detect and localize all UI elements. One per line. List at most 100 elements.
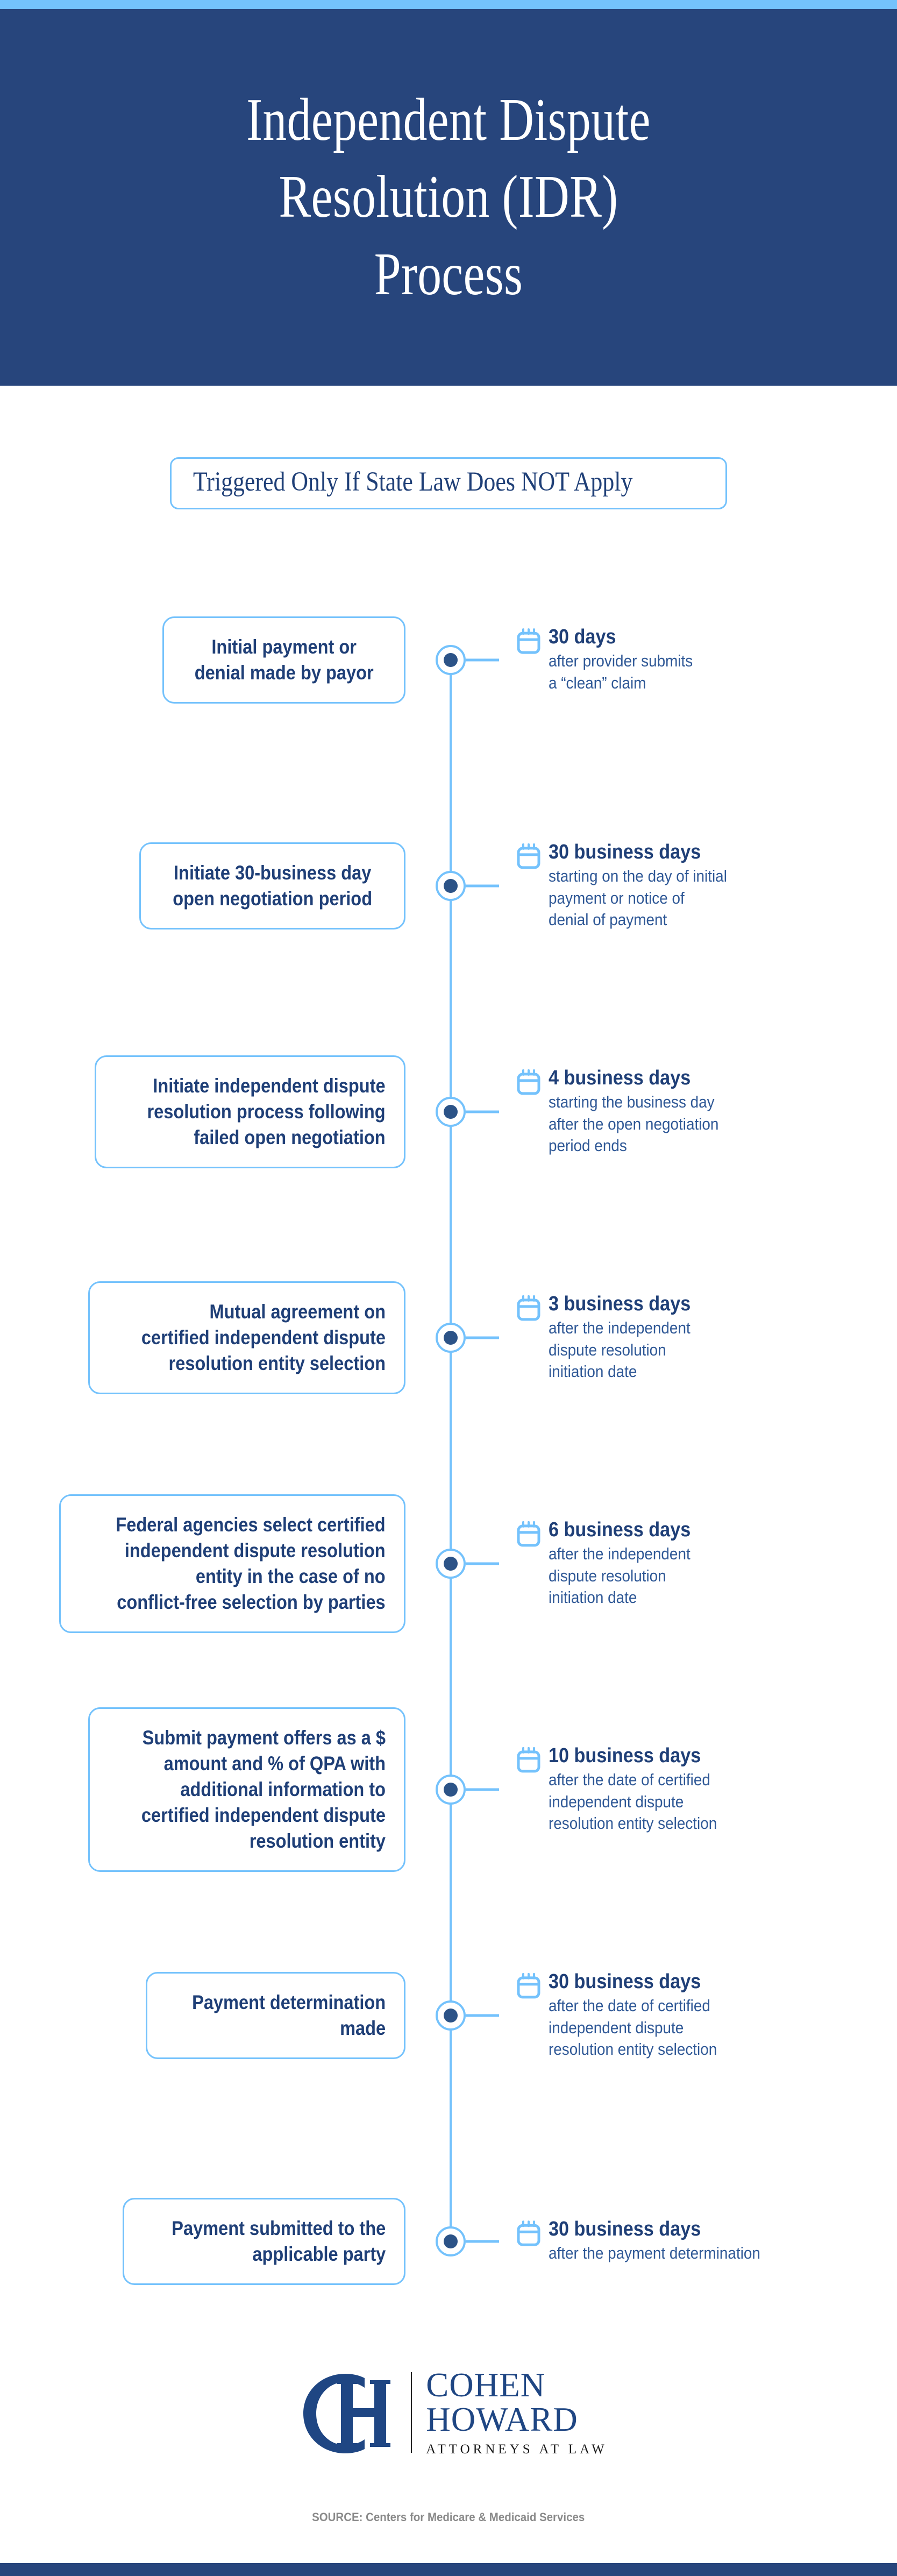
timeline-marker[interactable] xyxy=(436,1549,466,1579)
step-box-column: Federal agencies select certified indepe… xyxy=(0,1494,428,1634)
duration-label: 10 business days xyxy=(549,1744,701,1767)
duration-text-group: 30 days after provider submits a “clean” … xyxy=(549,626,709,694)
step-box[interactable]: Mutual agreement on certified independen… xyxy=(88,1281,405,1395)
trigger-banner-text: Triggered Only If State Law Does NOT App… xyxy=(193,467,633,497)
timeline-marker-dot xyxy=(444,1557,458,1571)
timeline-connector xyxy=(466,1336,499,1339)
duration-label: 4 business days xyxy=(549,1066,691,1089)
step-box-column: Initial payment or denial made by payor xyxy=(0,616,428,704)
timeline-connector xyxy=(466,884,499,888)
timeline-connector xyxy=(466,1562,499,1565)
step-box[interactable]: Initial payment or denial made by payor xyxy=(162,616,405,704)
timeline-connector xyxy=(466,1110,499,1113)
step-box[interactable]: Initiate 30-business day open negotiatio… xyxy=(139,842,405,930)
calendar-icon xyxy=(516,1747,541,1776)
duration-detail: after the date of certified independent … xyxy=(549,1770,717,1833)
duration-text-group: 6 business days after the independent dis… xyxy=(549,1519,707,1608)
step-label: Mutual agreement on certified independen… xyxy=(141,1300,386,1375)
timeline-row: Payment determination made 30 business da… xyxy=(0,1903,897,2128)
duration-label: 30 business days xyxy=(549,2218,701,2241)
duration-column: 30 days after provider submits a “clean” … xyxy=(516,626,860,694)
duration-column: 30 business days starting on the day of i… xyxy=(516,841,860,931)
step-box[interactable]: Payment determination made xyxy=(145,1971,405,2060)
timeline-row: Submit payment offers as a $ amount and … xyxy=(0,1677,897,1903)
calendar-icon xyxy=(516,628,541,657)
logo-line-cohen: COHEN xyxy=(426,2366,546,2404)
timeline-row: Payment submitted to the applicable part… xyxy=(0,2128,897,2354)
timeline-marker-dot xyxy=(444,879,458,893)
duration-text-group: 3 business days after the independent dis… xyxy=(549,1293,707,1382)
step-box[interactable]: Initiate independent dispute resolution … xyxy=(95,1055,405,1169)
timeline-marker[interactable] xyxy=(436,1775,466,1805)
timeline-connector xyxy=(466,1788,499,1791)
calendar-icon xyxy=(516,1069,541,1098)
duration-text-group: 30 business days starting on the day of i… xyxy=(549,841,747,931)
timeline-marker[interactable] xyxy=(436,1323,466,1353)
timeline-marker[interactable] xyxy=(436,645,466,675)
duration-column: 6 business days after the independent dis… xyxy=(516,1519,860,1608)
duration-column: 30 business days after the date of certif… xyxy=(516,1971,860,2060)
timeline-marker-dot xyxy=(444,2009,458,2023)
timeline-marker[interactable] xyxy=(436,2000,466,2031)
timeline-marker[interactable] xyxy=(436,2226,466,2256)
duration-detail: starting the business day after the open… xyxy=(549,1092,719,1155)
timeline-marker-dot xyxy=(444,2234,458,2248)
step-box[interactable]: Federal agencies select certified indepe… xyxy=(59,1494,405,1634)
page-title: Independent Dispute Resolution (IDR) Pro… xyxy=(246,86,651,308)
step-label: Submit payment offers as a $ amount and … xyxy=(141,1726,386,1853)
duration-label: 30 days xyxy=(549,626,616,649)
trigger-banner: Triggered Only If State Law Does NOT App… xyxy=(169,457,728,509)
duration-detail: after the independent dispute resolution… xyxy=(549,1318,690,1381)
ch-monogram-icon xyxy=(289,2364,408,2461)
duration-detail: after the date of certified independent … xyxy=(549,1996,717,2059)
duration-column: 3 business days after the independent dis… xyxy=(516,1293,860,1382)
timeline-marker-dot xyxy=(444,1105,458,1119)
step-label: Payment determination made xyxy=(191,1991,386,2039)
timeline-marker-dot xyxy=(444,1783,458,1797)
step-label: Initiate 30-business day open negotiatio… xyxy=(172,861,372,910)
duration-column: 10 business days after the date of certif… xyxy=(516,1745,860,1834)
timeline-row: Initiate 30-business day open negotiatio… xyxy=(0,773,897,999)
infographic-page: Independent Dispute Resolution (IDR) Pro… xyxy=(0,0,897,2576)
duration-text-group: 10 business days after the date of certif… xyxy=(549,1745,736,1834)
header-banner: Independent Dispute Resolution (IDR) Pro… xyxy=(0,9,897,386)
calendar-icon xyxy=(516,1295,541,1324)
timeline-row: Mutual agreement on certified independen… xyxy=(0,1225,897,1451)
calendar-icon xyxy=(516,2220,541,2249)
cohen-howard-logo: COHEN HOWARD ATTORNEYS AT LAW xyxy=(289,2364,608,2461)
timeline-marker[interactable] xyxy=(436,1097,466,1127)
logo-wordmark: COHEN HOWARD ATTORNEYS AT LAW xyxy=(426,2366,608,2458)
timeline-row: Initiate independent dispute resolution … xyxy=(0,999,897,1225)
footer: COHEN HOWARD ATTORNEYS AT LAW SOURCE: Ce… xyxy=(0,2364,897,2524)
step-label: Payment submitted to the applicable part… xyxy=(171,2217,386,2265)
top-accent-bar xyxy=(0,0,897,9)
timeline-row: Federal agencies select certified indepe… xyxy=(0,1451,897,1677)
step-box[interactable]: Submit payment offers as a $ amount and … xyxy=(88,1707,405,1872)
timeline-marker[interactable] xyxy=(436,871,466,901)
duration-column: 30 business days after the payment determ… xyxy=(516,2218,860,2265)
timeline-marker-dot xyxy=(444,1331,458,1345)
step-label: Federal agencies select certified indepe… xyxy=(116,1513,386,1614)
duration-label: 30 business days xyxy=(549,840,701,863)
logo-divider xyxy=(411,2372,412,2453)
step-box-column: Mutual agreement on certified independen… xyxy=(0,1281,428,1395)
calendar-icon xyxy=(516,1521,541,1550)
timeline: Initial payment or denial made by payor 3… xyxy=(0,547,897,2354)
duration-detail: after provider submits a “clean” claim xyxy=(549,651,693,692)
duration-label: 30 business days xyxy=(549,1970,701,1993)
timeline-connector xyxy=(466,2014,499,2017)
timeline-connector xyxy=(466,658,499,662)
duration-column: 4 business days starting the business day… xyxy=(516,1067,860,1156)
timeline-rows: Initial payment or denial made by payor 3… xyxy=(0,547,897,2354)
trigger-banner-wrapper: Triggered Only If State Law Does NOT App… xyxy=(0,457,897,509)
step-box-column: Initiate 30-business day open negotiatio… xyxy=(0,842,428,930)
duration-detail: after the independent dispute resolution… xyxy=(549,1544,690,1607)
duration-label: 6 business days xyxy=(549,1518,691,1541)
calendar-icon xyxy=(516,843,541,872)
step-box[interactable]: Payment submitted to the applicable part… xyxy=(122,2197,405,2286)
calendar-icon xyxy=(516,1972,541,2002)
duration-text-group: 4 business days starting the business day… xyxy=(549,1067,738,1156)
step-box-column: Submit payment offers as a $ amount and … xyxy=(0,1707,428,1872)
step-label: Initial payment or denial made by payor xyxy=(194,635,374,684)
duration-text-group: 30 business days after the payment determ… xyxy=(549,2218,784,2265)
